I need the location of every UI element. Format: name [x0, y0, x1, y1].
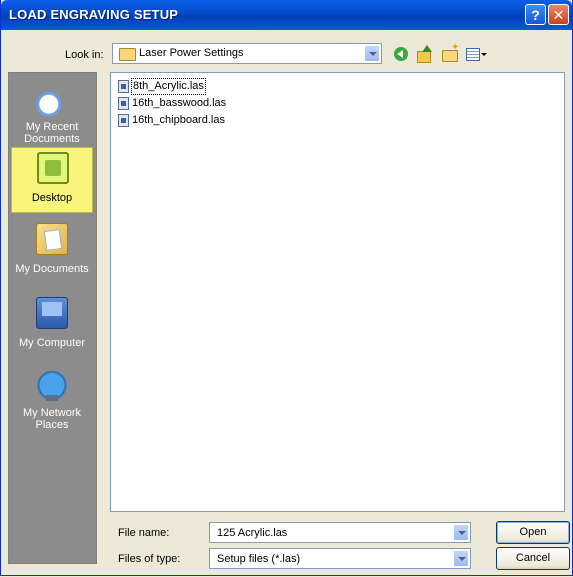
views-menu-icon[interactable]	[465, 45, 487, 63]
folder-icon	[119, 48, 136, 61]
place-label: My Network Places	[22, 407, 82, 431]
look-in-label: Look in:	[65, 49, 104, 61]
window-title: LOAD ENGRAVING SETUP	[9, 7, 179, 22]
file-name-label: File name:	[118, 527, 170, 539]
title-bar[interactable]: LOAD ENGRAVING SETUP ? ✕	[1, 0, 572, 30]
my-computer-icon	[36, 297, 68, 329]
file-name-dropdown-arrow[interactable]	[453, 524, 469, 541]
place-my-recent-documents[interactable]: My Recent Documents	[11, 81, 93, 147]
file-name: 16th_chipboard.las	[132, 114, 225, 126]
look-in-dropdown[interactable]: Laser Power Settings	[112, 43, 382, 64]
cancel-button[interactable]: Cancel	[496, 547, 570, 570]
files-of-type-label: Files of type:	[118, 553, 181, 565]
look-in-value: Laser Power Settings	[139, 47, 244, 59]
place-my-documents[interactable]: My Documents	[11, 219, 93, 285]
files-of-type-value: Setup files (*.las)	[217, 553, 301, 565]
network-places-icon	[36, 371, 68, 403]
place-label: Desktop	[31, 192, 73, 204]
place-label: My Documents	[15, 263, 89, 275]
place-my-network-places[interactable]: My Network Places	[11, 367, 93, 433]
load-engraving-setup-dialog: LOAD ENGRAVING SETUP ? ✕ Look in: Laser …	[0, 0, 573, 576]
my-documents-icon	[36, 223, 68, 255]
las-file-icon	[118, 114, 129, 127]
place-my-computer[interactable]: My Computer	[11, 293, 93, 359]
file-name-value: 125 Acrylic.las	[217, 527, 288, 539]
open-button[interactable]: Open	[496, 521, 570, 544]
help-button[interactable]: ?	[525, 4, 546, 25]
place-desktop[interactable]: Desktop	[11, 147, 93, 213]
close-button[interactable]: ✕	[548, 4, 569, 25]
files-of-type-dropdown-arrow[interactable]	[453, 550, 469, 567]
new-folder-icon[interactable]	[441, 42, 459, 63]
file-name-combo[interactable]: 125 Acrylic.las	[209, 522, 471, 543]
back-icon[interactable]	[392, 45, 410, 63]
file-name: 16th_basswood.las	[132, 97, 227, 109]
look-in-dropdown-arrow[interactable]	[364, 45, 380, 62]
places-bar: My Recent Documents Desktop My Documents…	[8, 72, 97, 564]
place-label: My Computer	[18, 337, 86, 349]
up-folder-icon[interactable]	[415, 45, 433, 63]
place-label: My Recent Documents	[24, 121, 80, 145]
recent-documents-icon	[36, 85, 68, 117]
file-list[interactable]: 8th_Acrylic.las 16th_basswood.las 16th_c…	[110, 72, 565, 512]
desktop-icon	[37, 152, 69, 184]
file-name: 8th_Acrylic.las	[131, 78, 206, 95]
files-of-type-combo[interactable]: Setup files (*.las)	[209, 548, 471, 569]
las-file-icon	[118, 80, 129, 93]
las-file-icon	[118, 97, 129, 110]
